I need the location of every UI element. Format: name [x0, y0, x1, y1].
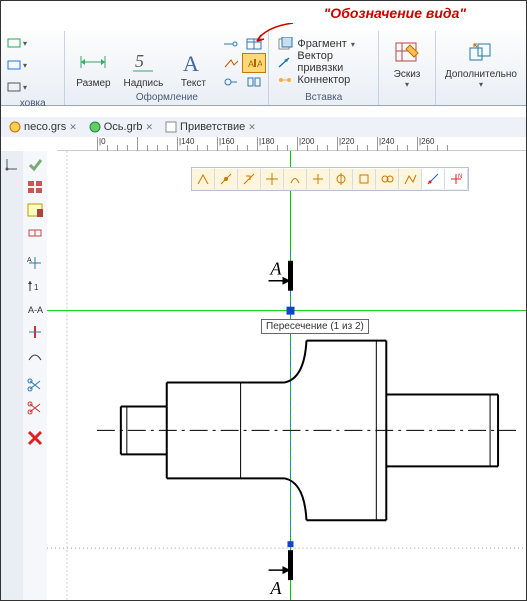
ft-btn-6[interactable] — [307, 169, 330, 189]
svg-text:A-A: A-A — [28, 305, 43, 315]
snap-tooltip: Пересечение (1 из 2) — [261, 319, 369, 334]
ft-btn-12[interactable]: N — [445, 169, 468, 189]
doc-tab[interactable]: Ось.grb ✕ — [85, 120, 157, 134]
ruler-mark — [137, 137, 138, 151]
ft-btn-8[interactable] — [353, 169, 376, 189]
ruler-mark — [177, 137, 178, 151]
ruler-mark — [417, 137, 418, 151]
doc-icon — [89, 121, 101, 133]
ribbon-group-sketch: Эскиз▾ — [379, 31, 436, 105]
ruler-label: |0 — [99, 137, 106, 146]
document-tabs: neco.grs ✕ Ось.grb ✕ Приветствие ✕ — [1, 117, 526, 137]
ft-btn-9[interactable] — [376, 169, 399, 189]
vt2-btn-6[interactable]: 1 — [24, 275, 46, 297]
cancel-icon[interactable] — [24, 427, 46, 449]
ft-btn-1[interactable] — [192, 169, 215, 189]
doc-tab-label: Приветствие — [180, 121, 245, 133]
design-sm-5[interactable] — [219, 72, 243, 92]
doc-icon — [9, 121, 21, 133]
section-label-bottom: А — [270, 578, 283, 598]
caption-button[interactable]: 5 Надпись — [119, 34, 167, 90]
ruler-mark — [377, 137, 378, 151]
vt2-btn-8[interactable] — [24, 321, 46, 343]
ribbon-group-label: Оформление — [69, 91, 264, 105]
svg-text:N: N — [458, 174, 462, 180]
design-sm-3[interactable] — [219, 53, 243, 73]
vt2-btn-9[interactable] — [24, 344, 46, 366]
vt2-btn-5[interactable]: A — [24, 252, 46, 274]
binding-vector-button[interactable]: Вектор привязки — [273, 53, 374, 71]
ribbon-group-label — [383, 91, 431, 105]
drawing-area: |0|140|160|180|200|220|240|260 A 1 A-A — [1, 137, 526, 600]
floating-toolbar: N — [191, 167, 469, 191]
svg-text:A: A — [183, 51, 199, 73]
design-sm-6[interactable] — [242, 72, 266, 92]
doc-tab-label: Ось.grb — [104, 121, 143, 133]
vt2-btn-2[interactable] — [24, 176, 46, 198]
canvas[interactable]: А А — [47, 151, 526, 600]
ft-btn-10[interactable] — [399, 169, 422, 189]
ft-btn-5[interactable] — [284, 169, 307, 189]
svg-text:5: 5 — [135, 51, 144, 71]
doc-tab[interactable]: Приветствие ✕ — [161, 120, 260, 134]
doc-tab-label: neco.grs — [24, 121, 66, 133]
ribbon-group-design: Размер 5 Надпись A Текст AA Оформление — [65, 31, 269, 105]
ft-btn-4[interactable] — [261, 169, 284, 189]
vt2-btn-7[interactable]: A-A — [24, 298, 46, 320]
ribbon-group-label — [440, 91, 522, 105]
vt1-origin-icon[interactable] — [1, 153, 23, 175]
close-icon[interactable]: ✕ — [146, 122, 154, 133]
ribbon-group-label: ховка — [5, 97, 60, 111]
callout-annotation: "Обозначение вида" — [324, 5, 466, 21]
vt2-btn-4[interactable] — [24, 222, 46, 244]
ruler-mark — [257, 137, 258, 151]
ft-btn-7[interactable] — [330, 169, 353, 189]
accept-icon[interactable] — [24, 153, 46, 175]
ruler-mark — [97, 137, 98, 151]
svg-text:A: A — [257, 59, 262, 69]
svg-text:1: 1 — [34, 283, 39, 292]
section-label-top: А — [270, 259, 283, 279]
doc-icon — [165, 121, 177, 133]
horizontal-ruler: |0|140|160|180|200|220|240|260 — [57, 137, 526, 152]
ruler-mark — [337, 137, 338, 151]
design-sm-1[interactable] — [219, 34, 243, 54]
hatch-option-1[interactable]: ▾ — [5, 33, 29, 53]
svg-text:A: A — [27, 257, 32, 264]
close-icon[interactable]: ✕ — [69, 122, 77, 133]
doc-tab[interactable]: neco.grs ✕ — [5, 120, 81, 134]
view-designation-button[interactable]: AA — [242, 53, 266, 73]
ft-btn-3[interactable] — [238, 169, 261, 189]
callout-arrow — [255, 23, 295, 43]
text-button[interactable]: A Текст — [169, 34, 217, 90]
vertical-toolbar-1 — [1, 151, 24, 600]
svg-text:A: A — [248, 59, 254, 69]
scissors-icon[interactable] — [24, 374, 46, 396]
ft-btn-2[interactable] — [215, 169, 238, 189]
vt2-btn-3[interactable] — [24, 199, 46, 221]
ribbon-group-hatch: ▾ ▾ ▾ ховка — [1, 31, 65, 105]
ruler-mark — [297, 137, 298, 151]
ruler-mark — [217, 137, 218, 151]
vertical-toolbar-2: A 1 A-A — [23, 151, 48, 600]
close-icon[interactable]: ✕ — [248, 122, 256, 133]
ft-btn-11[interactable] — [422, 169, 445, 189]
more-button[interactable]: Дополнительно▾ — [440, 34, 522, 90]
scissors-red-icon[interactable] — [24, 397, 46, 419]
hatch-option-2[interactable]: ▾ — [5, 55, 29, 75]
hatch-option-3[interactable]: ▾ — [5, 77, 29, 97]
ribbon-group-label: Вставка — [273, 91, 374, 105]
size-button[interactable]: Размер — [69, 34, 117, 90]
sketch-button[interactable]: Эскиз▾ — [383, 34, 431, 90]
connector-button[interactable]: Коннектор — [273, 71, 374, 89]
ribbon-group-more: Дополнительно▾ — [436, 31, 526, 105]
